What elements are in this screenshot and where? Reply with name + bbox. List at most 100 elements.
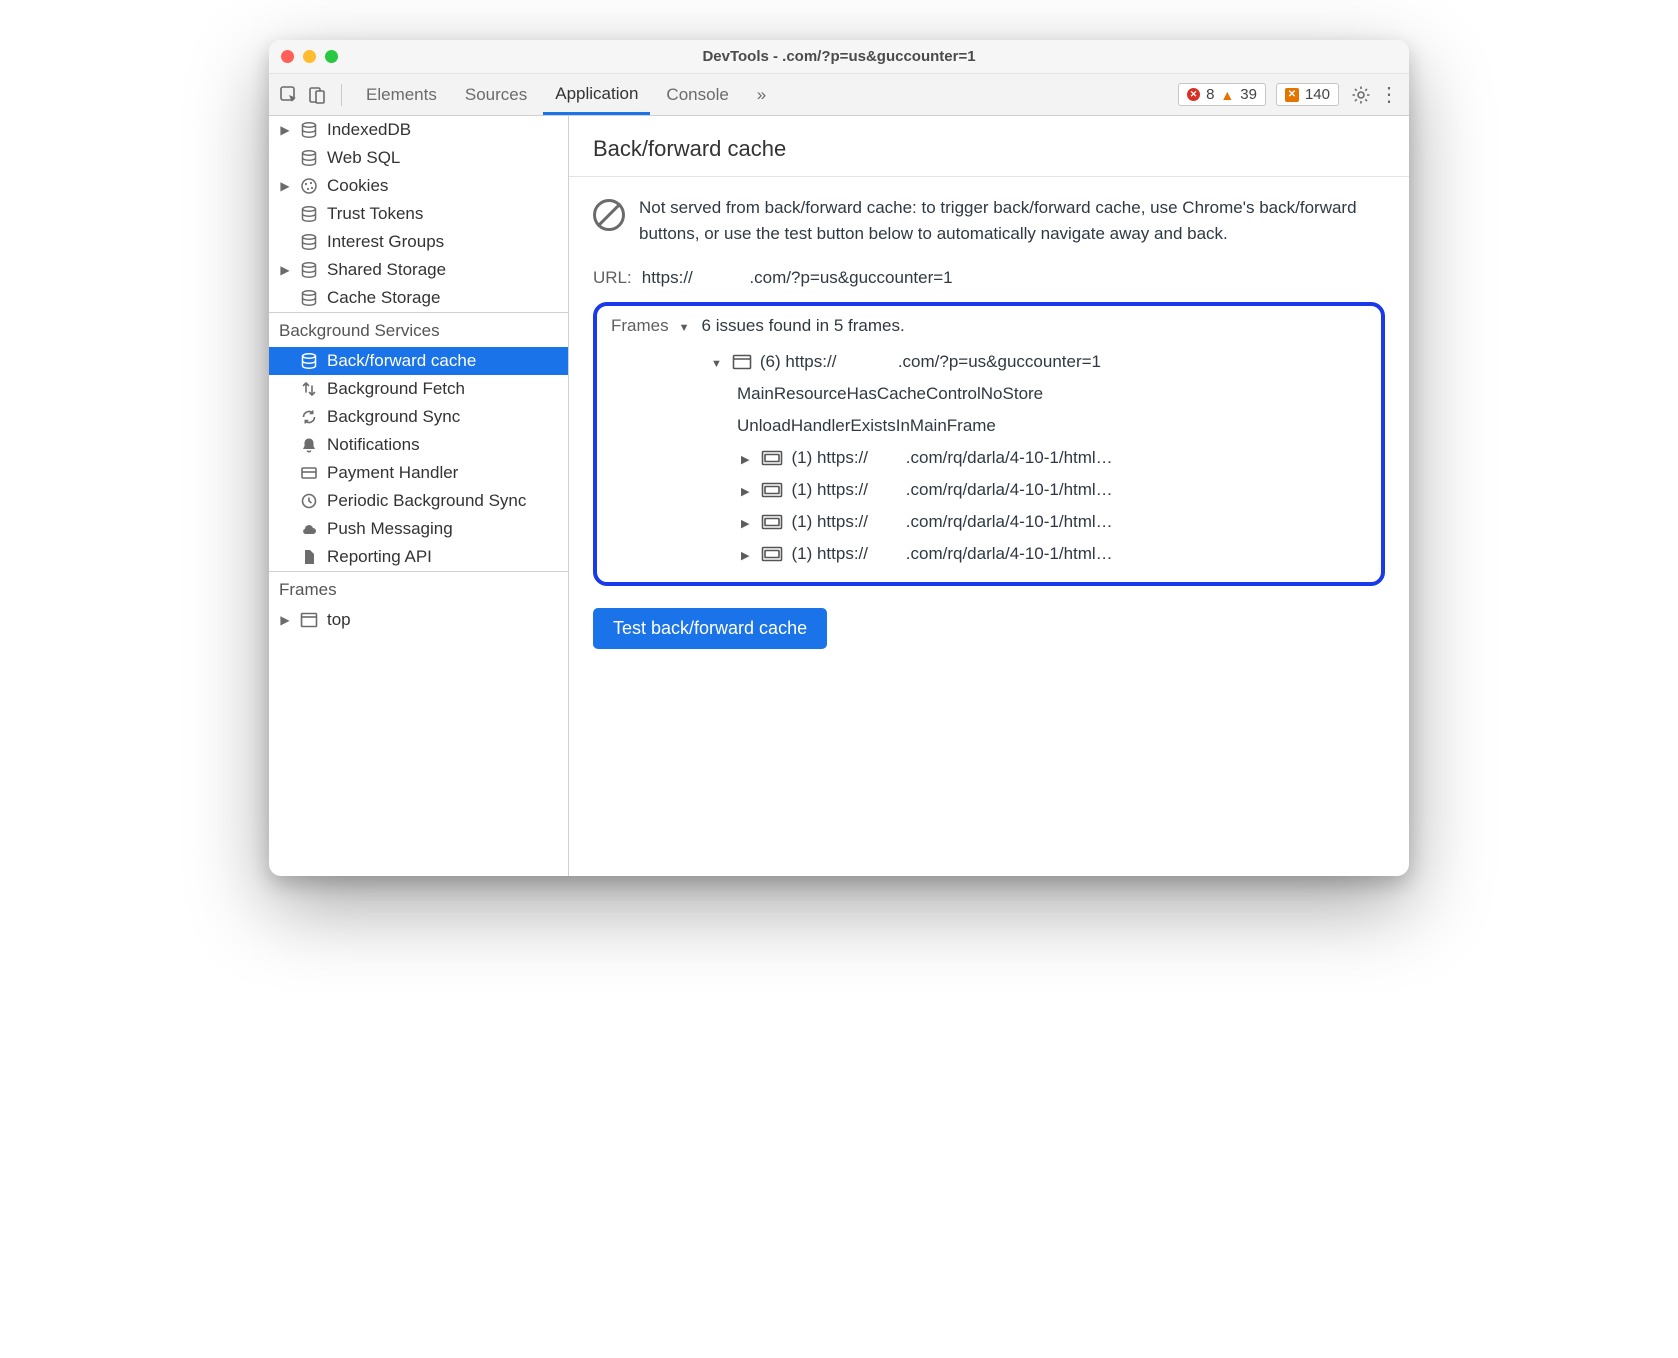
sidebar-item-label: Shared Storage <box>327 260 446 280</box>
sidebar-item-trust-tokens[interactable]: Trust Tokens <box>269 200 568 228</box>
sidebar-item-label: Periodic Background Sync <box>327 491 526 511</box>
sidebar-item-label: Back/forward cache <box>327 351 476 371</box>
sidebar-item-label: Cookies <box>327 176 388 196</box>
iframe-icon <box>761 546 783 562</box>
db-icon <box>299 205 319 223</box>
iframe-icon <box>761 514 783 530</box>
sidebar-item-label: Background Sync <box>327 407 460 427</box>
db-icon <box>299 121 319 139</box>
tab-console[interactable]: Console <box>654 75 740 115</box>
frame-child-row[interactable]: (1) https:// .com/rq/darla/4-10-1/html… <box>711 506 1367 538</box>
tab-application[interactable]: Application <box>543 75 650 115</box>
db-icon <box>299 289 319 307</box>
issues-chip[interactable]: ✕ 140 <box>1276 83 1339 106</box>
sidebar-item-label: Reporting API <box>327 547 432 567</box>
toolbar-divider <box>341 84 342 106</box>
chevron-right-icon <box>741 480 753 500</box>
tabs-overflow[interactable]: » <box>745 75 778 115</box>
sidebar-item-push-messaging[interactable]: Push Messaging <box>269 515 568 543</box>
sidebar-item-notifications[interactable]: Notifications <box>269 431 568 459</box>
sidebar-item-label: Interest Groups <box>327 232 444 252</box>
tab-sources[interactable]: Sources <box>453 75 539 115</box>
sidebar-frame-top-label: top <box>327 610 351 630</box>
sidebar-item-label: Trust Tokens <box>327 204 423 224</box>
cookie-icon <box>299 177 319 195</box>
panel-title: Back/forward cache <box>569 116 1409 177</box>
sidebar-item-cookies[interactable]: ▶Cookies <box>269 172 568 200</box>
close-window-button[interactable] <box>281 50 294 63</box>
sidebar-item-shared-storage[interactable]: ▶Shared Storage <box>269 256 568 284</box>
frame-icon <box>299 612 319 628</box>
warning-count: 39 <box>1240 86 1257 103</box>
frame-window-icon <box>732 354 752 370</box>
frame-child-row[interactable]: (1) https:// .com/rq/darla/4-10-1/html… <box>711 442 1367 474</box>
error-icon: ✕ <box>1187 88 1200 101</box>
chevron-down-icon <box>711 352 724 372</box>
errors-warnings-chip[interactable]: ✕ 8 ▲ 39 <box>1178 83 1266 106</box>
devtools-toolbar: Elements Sources Application Console » ✕… <box>269 74 1409 116</box>
zoom-window-button[interactable] <box>325 50 338 63</box>
settings-icon[interactable] <box>1349 85 1373 105</box>
sidebar-item-back-forward-cache[interactable]: Back/forward cache <box>269 347 568 375</box>
application-sidebar: ▶IndexedDB Web SQL ▶Cookies Trust Tokens Int… <box>269 116 569 876</box>
chevron-right-icon <box>741 448 753 468</box>
frame-child-label: (1) https:// .com/rq/darla/4-10-1/html… <box>791 544 1112 564</box>
error-count: 8 <box>1206 86 1214 103</box>
inspect-element-icon[interactable] <box>277 85 301 105</box>
main-panel: Back/forward cache Not served from back/… <box>569 116 1409 876</box>
frame-child-label: (1) https:// .com/rq/darla/4-10-1/html… <box>791 480 1112 500</box>
status-banner-text: Not served from back/forward cache: to t… <box>639 195 1385 246</box>
sidebar-item-label: Background Fetch <box>327 379 465 399</box>
titlebar: DevTools - .com/?p=us&guccounter=1 <box>269 40 1409 74</box>
sidebar-item-label: Notifications <box>327 435 420 455</box>
sidebar-item-payment-handler[interactable]: Payment Handler <box>269 459 568 487</box>
sidebar-frame-top[interactable]: ▶ top <box>269 606 568 634</box>
db-icon <box>299 233 319 251</box>
device-toolbar-icon[interactable] <box>305 85 329 105</box>
sidebar-item-indexeddb[interactable]: ▶IndexedDB <box>269 116 568 144</box>
sidebar-item-web-sql[interactable]: Web SQL <box>269 144 568 172</box>
sync-icon <box>299 408 319 426</box>
sidebar-item-label: IndexedDB <box>327 120 411 140</box>
sidebar-item-background-sync[interactable]: Background Sync <box>269 403 568 431</box>
test-bfcache-button[interactable]: Test back/forward cache <box>593 608 827 649</box>
url-value: https:// .com/?p=us&guccounter=1 <box>642 268 953 288</box>
clock-icon <box>299 492 319 510</box>
status-banner: Not served from back/forward cache: to t… <box>593 195 1385 246</box>
kebab-menu-icon[interactable]: ⋮ <box>1377 82 1401 107</box>
iframe-icon <box>761 450 783 466</box>
frames-key: Frames <box>611 316 669 336</box>
sidebar-section-background-services: Background Services <box>269 313 568 347</box>
frame-child-row[interactable]: (1) https:// .com/rq/darla/4-10-1/html… <box>711 538 1367 570</box>
url-key: URL: <box>593 268 632 288</box>
issues-count: 140 <box>1305 86 1330 103</box>
sidebar-item-background-fetch[interactable]: Background Fetch <box>269 375 568 403</box>
sidebar-item-label: Push Messaging <box>327 519 453 539</box>
frames-toggle[interactable] <box>679 316 692 336</box>
frame-child-row[interactable]: (1) https:// .com/rq/darla/4-10-1/html… <box>711 474 1367 506</box>
sidebar-item-interest-groups[interactable]: Interest Groups <box>269 228 568 256</box>
sidebar-item-label: Payment Handler <box>327 463 458 483</box>
tab-elements[interactable]: Elements <box>354 75 449 115</box>
frame-root-label: (6) https:// .com/?p=us&guccounter=1 <box>760 352 1101 372</box>
window-title: DevTools - .com/?p=us&guccounter=1 <box>702 48 975 65</box>
sidebar-item-label: Web SQL <box>327 148 400 168</box>
bell-icon <box>299 436 319 454</box>
chevron-right-icon <box>741 512 753 532</box>
frame-root-row[interactable]: (6) https:// .com/?p=us&guccounter=1 <box>711 346 1367 378</box>
sidebar-item-reporting-api[interactable]: Reporting API <box>269 543 568 571</box>
issue-reason-row[interactable]: UnloadHandlerExistsInMainFrame <box>711 410 1367 442</box>
frame-child-label: (1) https:// .com/rq/darla/4-10-1/html… <box>791 512 1112 532</box>
devtools-window: DevTools - .com/?p=us&guccounter=1 Eleme… <box>269 40 1409 876</box>
sidebar-item-periodic-background-sync[interactable]: Periodic Background Sync <box>269 487 568 515</box>
arrows-icon <box>299 380 319 398</box>
sidebar-item-cache-storage[interactable]: Cache Storage <box>269 284 568 312</box>
chevron-right-icon <box>741 544 753 564</box>
issues-icon: ✕ <box>1285 88 1299 102</box>
iframe-icon <box>761 482 783 498</box>
frames-summary: 6 issues found in 5 frames. <box>702 316 905 336</box>
cloud-icon <box>299 520 319 538</box>
card-icon <box>299 464 319 482</box>
minimize-window-button[interactable] <box>303 50 316 63</box>
issue-reason-row[interactable]: MainResourceHasCacheControlNoStore <box>711 378 1367 410</box>
